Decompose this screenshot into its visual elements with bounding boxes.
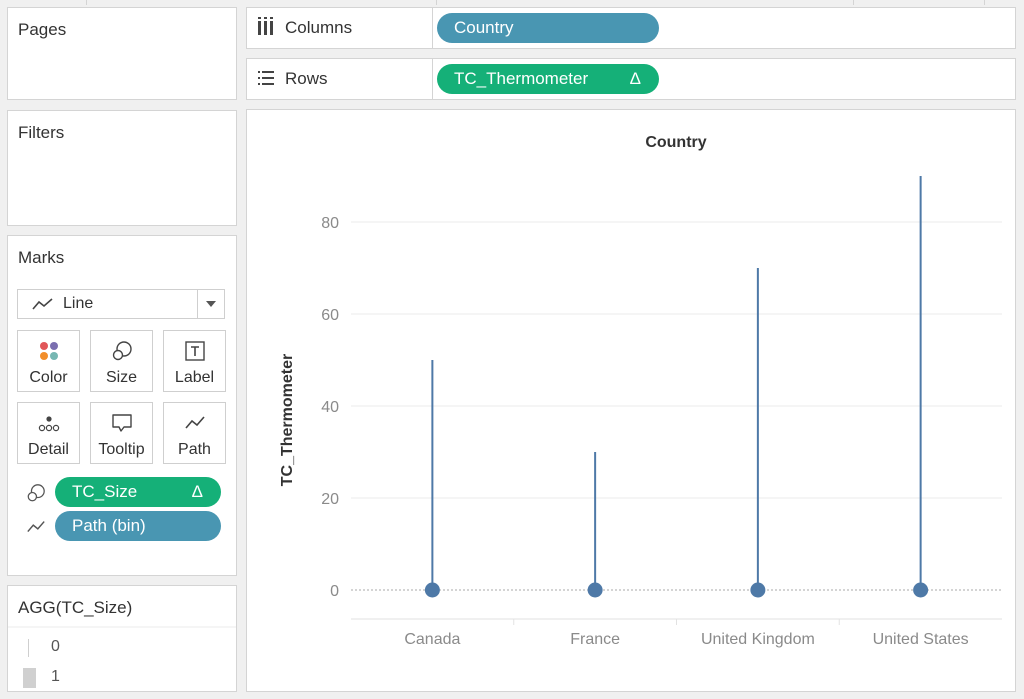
- marks-field-tc-size[interactable]: TC_Size Δ: [8, 477, 236, 509]
- chart-gridlines: [351, 221, 1002, 625]
- x-tick-label: Canada: [404, 631, 460, 648]
- color-icon: [39, 342, 58, 360]
- size-icon: [27, 484, 45, 502]
- size-legend-card[interactable]: AGG(TC_Size) 0 1: [7, 585, 237, 692]
- rows-icon: [258, 71, 274, 85]
- rows-label: Rows: [285, 69, 328, 88]
- color-label: Color: [29, 369, 68, 386]
- country-pill[interactable]: Country: [437, 13, 659, 43]
- x-tick-label: France: [570, 631, 620, 648]
- legend-swatch-thick: [23, 668, 36, 688]
- columns-label: Columns: [285, 18, 353, 37]
- y-tick-label: 80: [321, 215, 339, 232]
- line-mark-icon: [32, 298, 53, 310]
- tc-thermometer-pill[interactable]: TC_Thermometer Δ: [437, 64, 659, 94]
- legend-label-0: 0: [51, 638, 60, 655]
- size-button[interactable]: Size: [90, 330, 153, 392]
- chart-svg: 0 20 40 60 80 Canada France United Kingdom Unit…: [279, 134, 1002, 648]
- path-icon: [27, 521, 45, 533]
- thermometer-bulb[interactable]: [750, 582, 766, 598]
- delta-icon: Δ: [629, 69, 641, 88]
- columns-icon: [258, 17, 273, 35]
- path-button[interactable]: Path: [163, 402, 226, 464]
- x-tick-label: United States: [873, 631, 969, 648]
- pages-title: Pages: [18, 20, 67, 39]
- detail-button[interactable]: Detail: [17, 402, 80, 464]
- tooltip-label: Tooltip: [98, 441, 145, 458]
- chart-marks: [424, 176, 929, 598]
- y-axis-title: TC_Thermometer: [279, 354, 296, 486]
- tc-thermometer-pill-label: TC_Thermometer: [454, 69, 589, 88]
- y-tick-label: 0: [330, 583, 339, 600]
- thermometer-bulb[interactable]: [587, 582, 603, 598]
- path-label: Path: [178, 441, 211, 458]
- detail-label: Detail: [28, 441, 69, 458]
- size-icon: [112, 341, 132, 361]
- legend-title: AGG(TC_Size): [18, 598, 133, 617]
- columns-shelf[interactable]: Columns Country: [246, 7, 1016, 49]
- tooltip-button[interactable]: Tooltip: [90, 402, 153, 464]
- thermometer-bulb[interactable]: [424, 582, 440, 598]
- tc-size-pill[interactable]: TC_Size Δ: [55, 477, 221, 507]
- tooltip-icon: [111, 414, 132, 432]
- detail-icon: [38, 416, 59, 432]
- marks-field-path-bin[interactable]: Path (bin): [8, 511, 236, 543]
- x-tick-label: United Kingdom: [701, 631, 815, 648]
- marks-title: Marks: [18, 248, 65, 267]
- label-icon: [184, 341, 205, 361]
- filters-card[interactable]: Filters: [7, 110, 237, 226]
- marks-card: Marks Line Color Size Label Detail Toolt…: [7, 235, 237, 576]
- y-tick-label: 20: [321, 491, 339, 508]
- y-axis-ticks: 0 20 40 60 80: [321, 215, 339, 600]
- path-bin-pill-label: Path (bin): [72, 516, 146, 535]
- path-bin-pill[interactable]: Path (bin): [55, 511, 221, 541]
- delta-icon: Δ: [191, 482, 203, 501]
- size-label: Size: [105, 369, 138, 386]
- legend-swatch-thin: [28, 639, 29, 657]
- view-area[interactable]: 0 20 40 60 80 Canada France United Kingdom Unit…: [246, 109, 1016, 692]
- thermometer-bulb[interactable]: [913, 582, 929, 598]
- filters-title: Filters: [18, 123, 65, 142]
- y-tick-label: 40: [321, 399, 339, 416]
- x-axis-labels: Canada France United Kingdom United States: [404, 631, 968, 648]
- top-toolbar-strip: [0, 0, 1024, 5]
- color-button[interactable]: Color: [17, 330, 80, 392]
- y-tick-label: 60: [321, 307, 339, 324]
- mark-type-dropdown[interactable]: Line: [17, 289, 225, 319]
- country-pill-label: Country: [454, 18, 514, 37]
- chevron-down-icon[interactable]: [206, 301, 216, 307]
- legend-label-1: 1: [51, 668, 60, 685]
- chart-title: Country: [645, 134, 706, 151]
- label-button[interactable]: Label: [163, 330, 226, 392]
- legend-item-1: 1: [8, 666, 236, 690]
- mark-type-value: Line: [63, 295, 94, 312]
- tc-size-pill-label: TC_Size: [72, 482, 138, 501]
- rows-shelf[interactable]: Rows TC_Thermometer Δ: [246, 58, 1016, 100]
- pages-card[interactable]: Pages: [7, 7, 237, 100]
- path-icon: [184, 416, 205, 429]
- legend-item-0: 0: [8, 636, 236, 660]
- label-label: Label: [174, 369, 215, 386]
